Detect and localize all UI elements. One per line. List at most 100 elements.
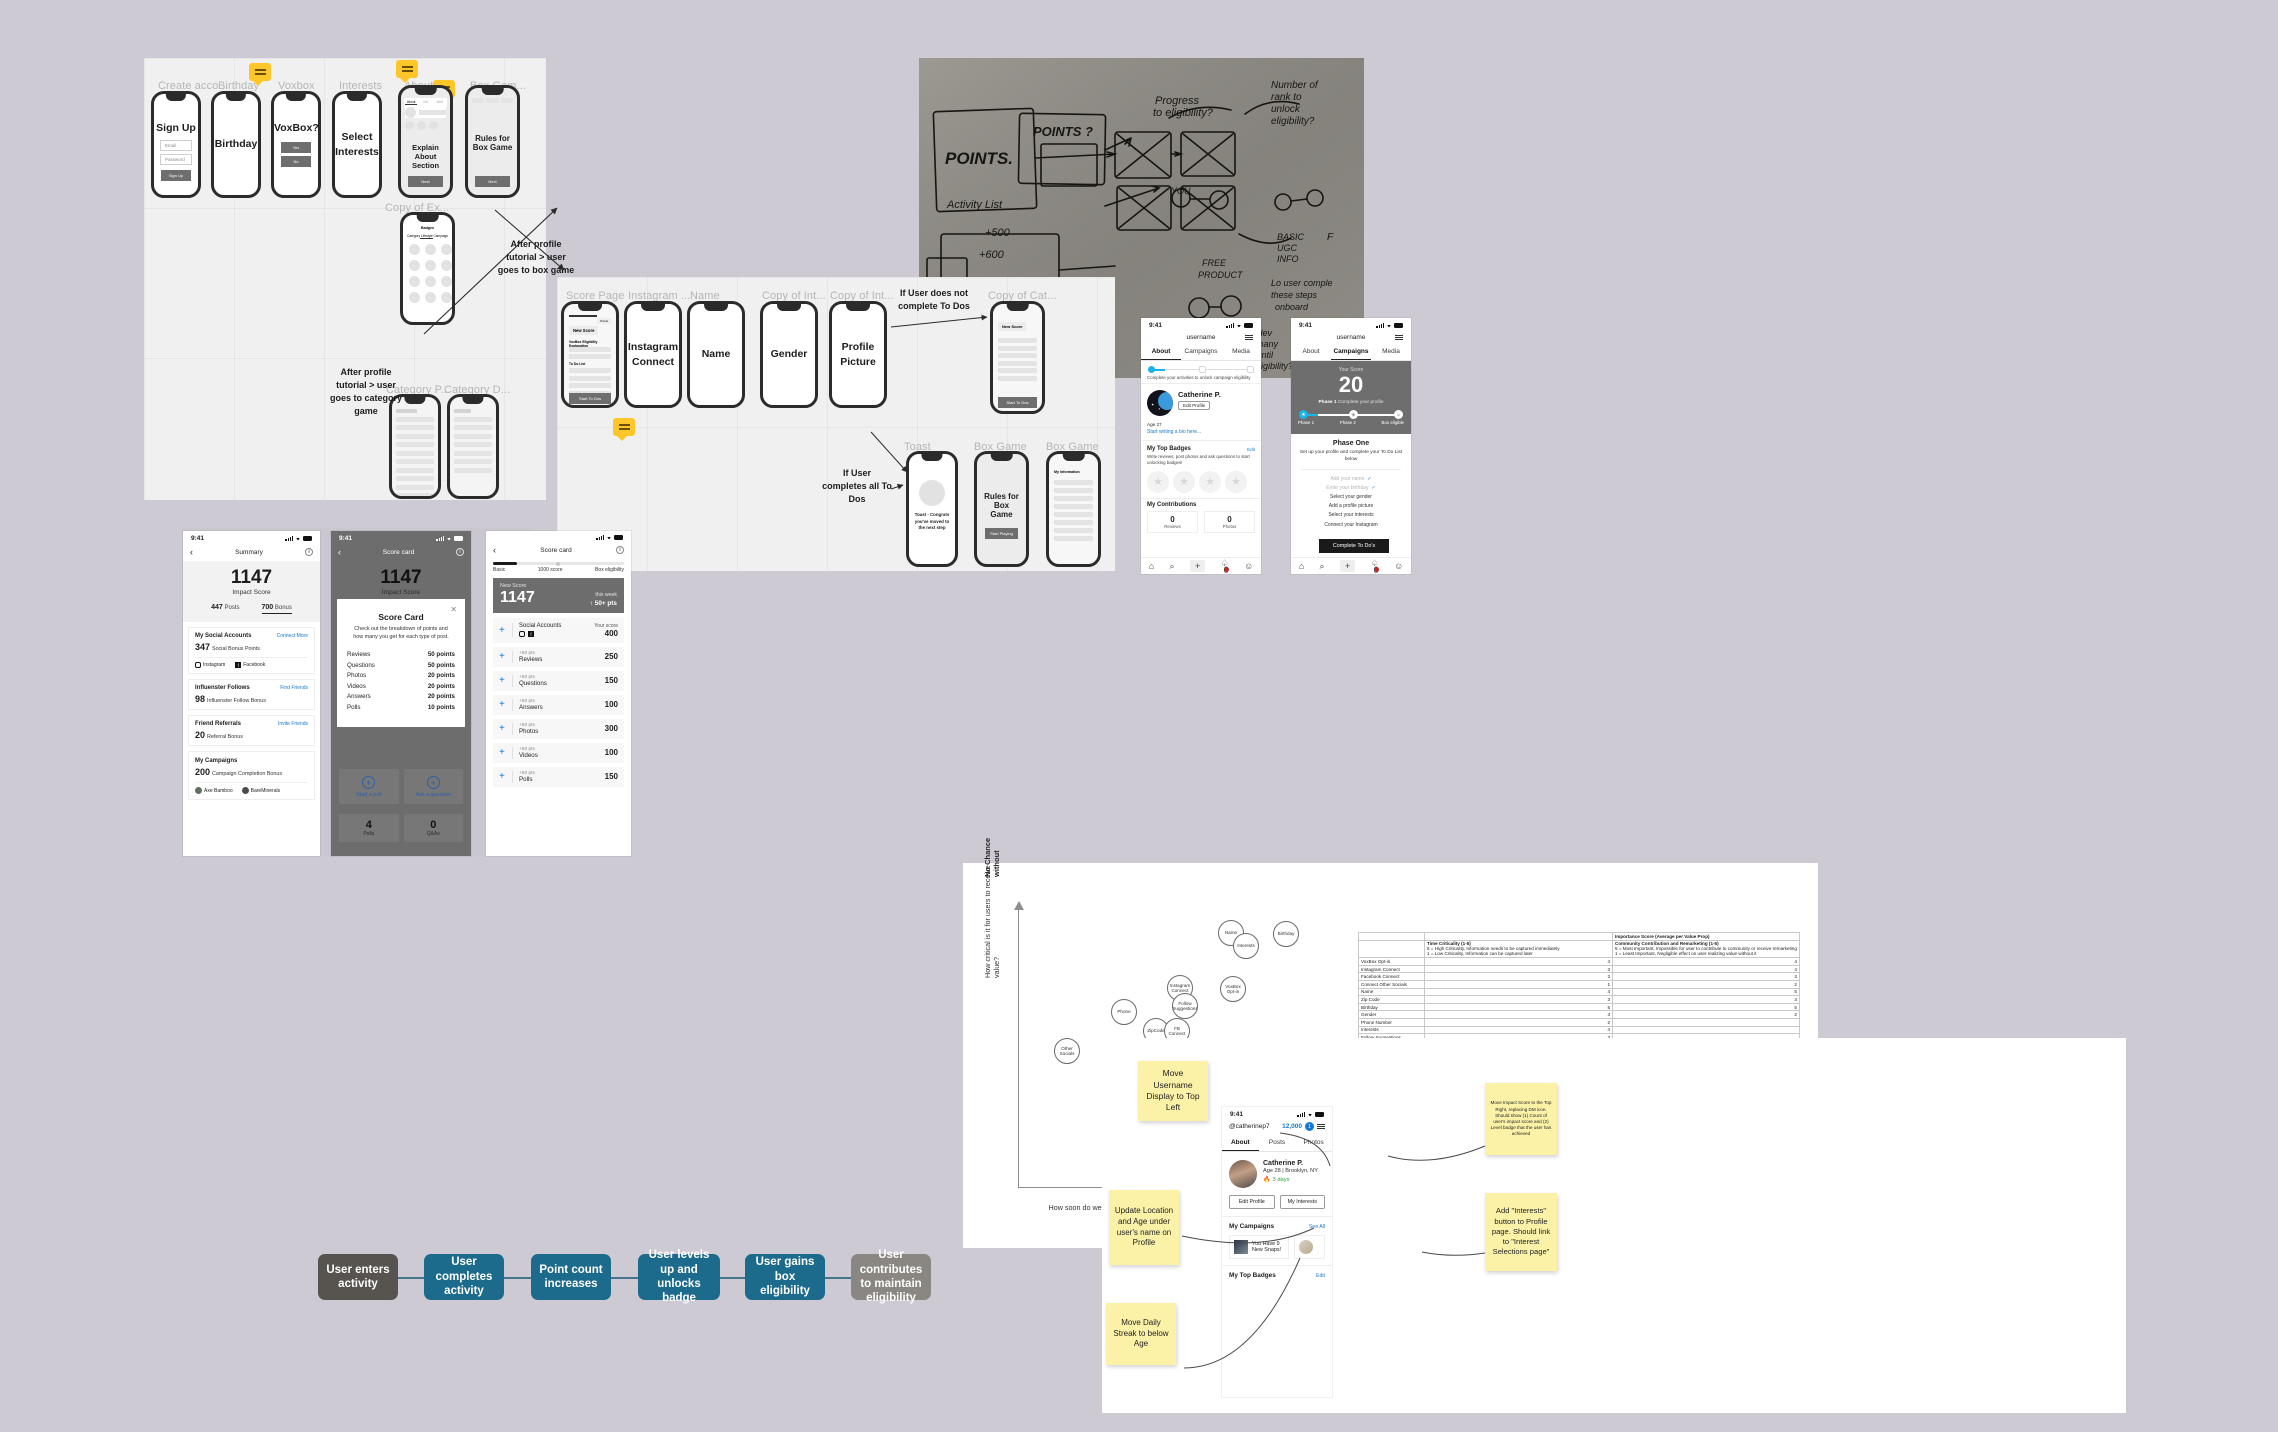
flow-node-point-count-increases[interactable]: Point count increases [531, 1254, 611, 1300]
back-icon[interactable]: ‹ [493, 545, 496, 555]
impact-score-label: Impact Score [232, 589, 271, 596]
progress-knob[interactable] [555, 561, 560, 566]
score-row[interactable]: + +50 pts Reviews 250 [493, 646, 624, 667]
card-action[interactable]: Find Friends [280, 685, 308, 691]
row-name: Instagram Connect [1358, 964, 1425, 974]
stepper-node-3[interactable]: ☺ [1394, 410, 1403, 420]
bell-icon[interactable]: ♤ 0 [1221, 558, 1229, 574]
bubble-interests[interactable]: Interests [1233, 933, 1259, 959]
ask-question-action[interactable]: + Ask a question [403, 769, 463, 804]
chip-instagram[interactable]: Instagram [195, 662, 225, 668]
chip-campaign-1[interactable]: Axe Bamboo [195, 787, 233, 794]
start-poll-action[interactable]: + Start a poll [339, 769, 399, 804]
home-icon[interactable]: ⌂ [1299, 561, 1304, 571]
info-icon[interactable]: i [456, 548, 464, 556]
avatar[interactable]: ✦ ✦ [1147, 390, 1173, 416]
bubble-follow-suggestions[interactable]: Follow Suggestions [1172, 993, 1198, 1019]
badge-icon[interactable]: ★ [1147, 470, 1169, 493]
stat-posts[interactable]: 447 Posts [211, 604, 239, 614]
tab-campaigns[interactable]: Campaigns [1181, 344, 1221, 360]
criteria-table: Importance Score (Average per Value Prop… [1358, 932, 1800, 1042]
tab-about[interactable]: About [1291, 344, 1331, 360]
row-label: Reviews [347, 650, 371, 658]
account-icon[interactable]: ☺ [1394, 561, 1403, 571]
stepper-node-1[interactable]: ★ [1299, 410, 1308, 420]
card-action[interactable]: Invite Friends [278, 721, 308, 727]
tab-about[interactable]: About [1141, 344, 1181, 360]
mockup-new-score-breakdown[interactable]: ‹ Score card i Basic 1000 score Box elig… [486, 531, 631, 856]
row-criticality: 5 [1424, 1002, 1613, 1012]
search-icon[interactable]: ⌕ [1170, 561, 1175, 572]
todo-item[interactable]: Add a profile picture [1311, 502, 1391, 511]
todo-item[interactable]: Select your gender [1311, 493, 1391, 502]
mockup-campaigns-score[interactable]: 9:41 username About Campaigns Media Your… [1291, 318, 1411, 574]
add-button[interactable]: + [1189, 560, 1206, 572]
stat-bonus[interactable]: 700 Bonus [261, 604, 292, 614]
todo-item[interactable]: Add your name ✓ [1311, 474, 1391, 483]
hamburger-icon[interactable] [1395, 334, 1403, 341]
score-row[interactable]: + +50 pts Videos 100 [493, 742, 624, 763]
summary-stats: 447 Posts 700 Bonus [183, 604, 320, 614]
bio-placeholder[interactable]: Start writing a bio here... [1141, 427, 1261, 441]
expand-icon[interactable]: + [499, 625, 512, 636]
todo-item[interactable]: Select your interests [1311, 511, 1391, 520]
chip-campaign-2[interactable]: BareMinerals [241, 787, 280, 794]
tab-campaigns[interactable]: Campaigns [1331, 344, 1371, 360]
score-row[interactable]: + +50 pts Photos 300 [493, 718, 624, 739]
todo-item[interactable]: Enter your birthday ✓ [1311, 483, 1391, 492]
complete-todos-button[interactable]: Complete To Do's [1319, 539, 1389, 553]
score-row[interactable]: + +50 pts Polls 150 [493, 766, 624, 787]
chip-facebook[interactable]: f Facebook [235, 662, 265, 668]
bell-icon[interactable]: ♤ 0 [1371, 558, 1379, 574]
bubble-phone[interactable]: Phone [1111, 999, 1137, 1025]
badge-icon[interactable]: ★ [1199, 470, 1221, 493]
bubble-other-socials[interactable]: Other Socials [1054, 1038, 1080, 1064]
flow-node-maintain-eligibility[interactable]: User contributes to maintain eligibility [851, 1249, 931, 1304]
row-points: 20 points [427, 672, 455, 680]
row-criticality: 4 [1424, 1025, 1613, 1035]
tab-media[interactable]: Media [1221, 344, 1261, 360]
info-icon[interactable]: i [305, 548, 313, 556]
hamburger-icon[interactable] [1245, 334, 1253, 341]
expand-icon[interactable]: + [499, 747, 512, 758]
bubble-voxbox-optin[interactable]: VoxBox Opt-in [1220, 976, 1246, 1002]
badges-edit-link[interactable]: Edit [1247, 447, 1255, 452]
expand-icon[interactable]: + [499, 675, 512, 686]
home-icon[interactable]: ⌂ [1149, 561, 1154, 571]
todo-item[interactable]: Connect your Instagram [1311, 520, 1391, 529]
expand-icon[interactable]: + [499, 651, 512, 662]
activity-progress: Complete your activities to unlock campa… [1141, 361, 1261, 384]
mockup-score-card-modal[interactable]: 9:41 ‹ Score card i 1147 Impact Score ✕ … [331, 531, 471, 856]
badge-icon[interactable]: ★ [1225, 470, 1247, 493]
mockup-about-profile[interactable]: 9:41 username About Campaigns Media Comp… [1141, 318, 1261, 574]
flow-node-levels-up[interactable]: User levels up and unlocks badge [638, 1249, 720, 1304]
badge-icon[interactable]: ★ [1173, 470, 1195, 493]
flow-node-user-enters-activity[interactable]: User enters activity [318, 1254, 398, 1300]
add-button[interactable]: + [1339, 560, 1356, 572]
mockup-impact-summary[interactable]: 9:41 ‹ Summary i 1147 Impact Score 447 P… [183, 531, 320, 856]
close-icon[interactable]: ✕ [450, 605, 457, 614]
card-action[interactable]: Connect More [277, 633, 308, 639]
search-icon[interactable]: ⌕ [1320, 561, 1325, 572]
flow-node-gains-box-eligibility[interactable]: User gains box eligibility [745, 1254, 825, 1300]
edit-profile-button[interactable]: Edit Profile [1178, 401, 1211, 410]
back-icon[interactable]: ‹ [338, 547, 341, 557]
expand-icon[interactable]: + [499, 723, 512, 734]
row-value: 300 [604, 724, 618, 734]
bubble-birthday[interactable]: Birthday [1273, 921, 1299, 947]
score-row[interactable]: + +50 pts Questions 150 [493, 670, 624, 691]
flow-node-user-completes-activity[interactable]: User completes activity [424, 1254, 504, 1300]
stepper-node-2[interactable]: ◈ [1348, 410, 1358, 420]
contribution-value: 0 [1170, 514, 1175, 524]
account-icon[interactable]: ☺ [1244, 561, 1253, 571]
expand-icon[interactable]: + [499, 771, 512, 782]
card-value-row: 98 Influenster Follow Bonus [195, 694, 308, 704]
score-row[interactable]: + +50 pts Answers 100 [493, 694, 624, 715]
svg-text:these steps: these steps [1271, 290, 1318, 300]
expand-icon[interactable]: + [499, 699, 512, 710]
info-icon[interactable]: i [616, 546, 624, 554]
score-row-social[interactable]: + Social Accounts f Your score 400 [493, 617, 624, 643]
back-icon[interactable]: ‹ [190, 547, 193, 557]
progress-bar [493, 561, 624, 566]
tab-media[interactable]: Media [1371, 344, 1411, 360]
